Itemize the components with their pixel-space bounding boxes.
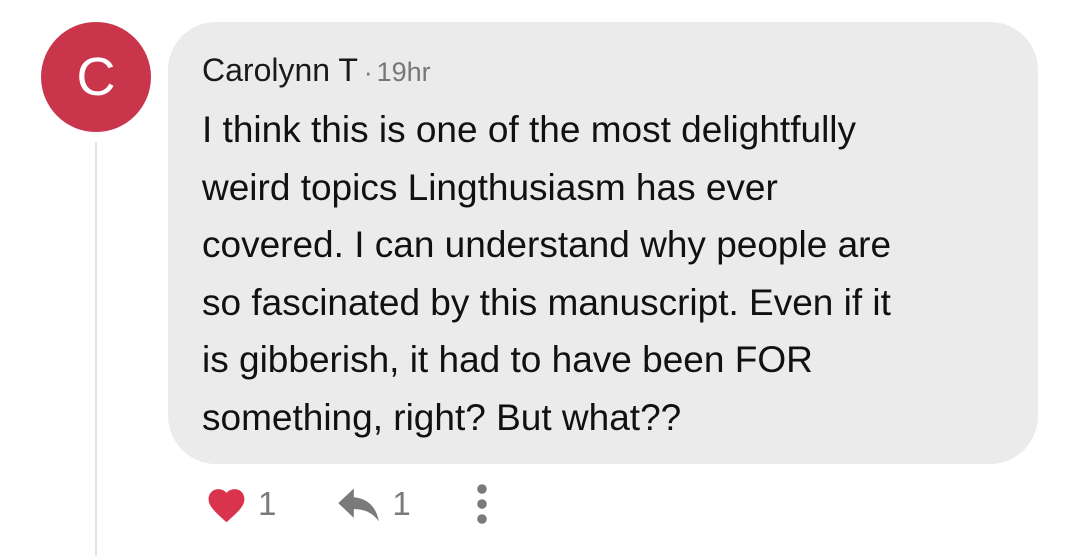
avatar[interactable]: C — [41, 22, 151, 132]
like-count: 1 — [258, 485, 277, 522]
more-options-button[interactable] — [475, 483, 489, 525]
comment-timestamp: 19hr — [376, 57, 431, 87]
reply-button[interactable]: 1 — [336, 485, 411, 523]
comment-actions: 1 1 — [205, 482, 489, 526]
reply-arrow-icon — [338, 488, 380, 522]
thread-line — [95, 142, 97, 556]
reply-count: 1 — [392, 485, 411, 522]
like-button[interactable]: 1 — [205, 484, 276, 524]
heart-icon — [208, 489, 245, 523]
vertical-ellipsis-icon — [476, 484, 487, 524]
author-name[interactable]: Carolynn T — [202, 52, 358, 89]
avatar-initial: C — [76, 47, 116, 107]
comment-meta: Carolynn T · 19hr — [202, 52, 431, 92]
comment-text: I think this is one of the most delightf… — [202, 109, 892, 438]
meta-separator: · — [363, 57, 373, 87]
